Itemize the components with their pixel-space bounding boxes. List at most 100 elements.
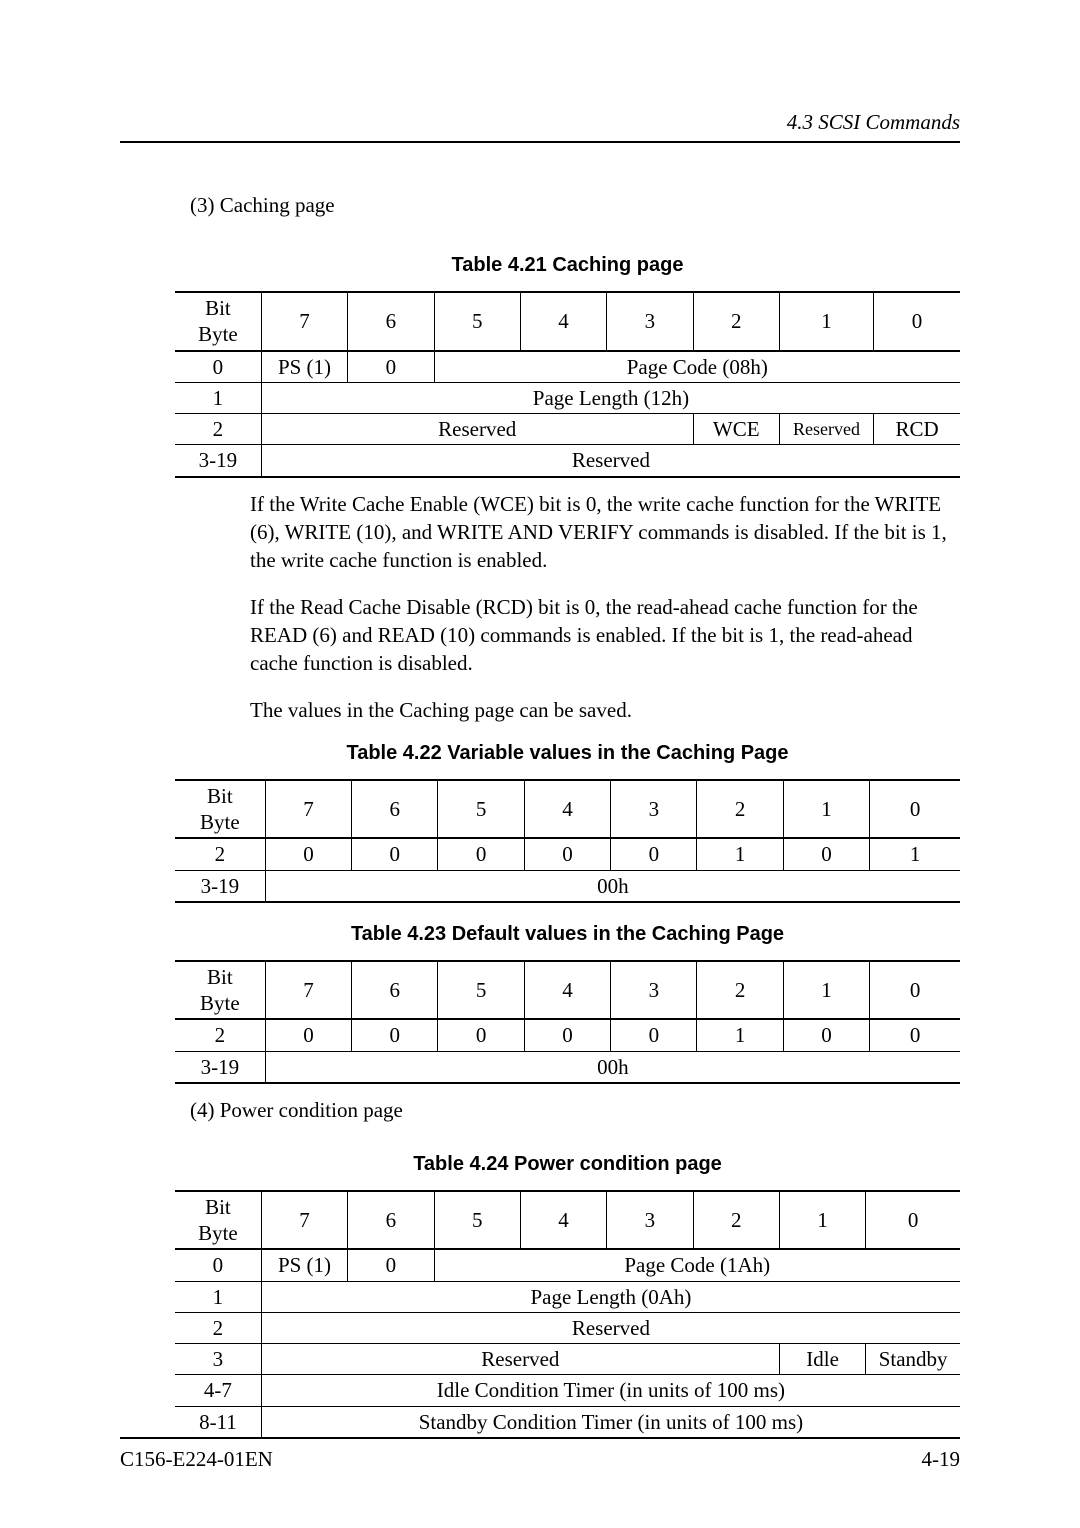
section-4-label: (4) Power condition page [190, 1098, 960, 1123]
section-3-label: (3) Caching page [190, 193, 960, 218]
standby-cell: Standby [866, 1344, 960, 1375]
footer-rule [120, 1437, 960, 1439]
page-code-cell: Page Code (1Ah) [434, 1249, 960, 1281]
bit-6: 6 [348, 292, 434, 351]
bit-1: 1 [779, 292, 873, 351]
reserved-cell-3: Reserved [261, 445, 960, 477]
paragraph-rcd: If the Read Cache Disable (RCD) bit is 0… [250, 593, 960, 678]
bit-1: 1 [783, 961, 869, 1020]
zero-cell: 0 [348, 1249, 434, 1281]
bit-3: 3 [611, 961, 697, 1020]
reserved-cell-2: Reserved [779, 414, 873, 445]
byte-1: 1 [175, 382, 261, 413]
corner-cell: Bit Byte [175, 292, 261, 351]
bit-7: 7 [261, 292, 347, 351]
byte-0: 0 [175, 351, 261, 383]
table-423: Bit Byte 7 6 5 4 3 2 1 0 2 0 0 0 0 0 1 0… [175, 960, 960, 1084]
idle-cell: Idle [779, 1344, 865, 1375]
table-422: Bit Byte 7 6 5 4 3 2 1 0 2 0 0 0 0 0 1 0… [175, 779, 960, 903]
v4: 0 [524, 838, 610, 870]
byte-8-11: 8-11 [175, 1406, 261, 1438]
table-422-caption: Table 4.22 Variable values in the Cachin… [175, 742, 960, 765]
byte-0: 0 [175, 1249, 261, 1281]
header-rule [120, 141, 960, 143]
page-code-cell: Page Code (08h) [434, 351, 960, 383]
bit-5: 5 [438, 961, 524, 1020]
table-421: Bit Byte 7 6 5 4 3 2 1 0 0 PS (1) 0 Page… [175, 291, 960, 478]
ps-cell: PS (1) [261, 351, 347, 383]
byte-2: 2 [175, 1312, 261, 1343]
byte-2: 2 [175, 1019, 265, 1051]
bit-4: 4 [520, 292, 606, 351]
v7: 0 [265, 1019, 351, 1051]
v6: 0 [352, 838, 438, 870]
reserved-cell: Reserved [261, 1344, 779, 1375]
v6: 0 [352, 1019, 438, 1051]
byte-4-7: 4-7 [175, 1375, 261, 1406]
byte-2: 2 [175, 838, 265, 870]
table-424-caption: Table 4.24 Power condition page [175, 1153, 960, 1176]
v3: 0 [611, 838, 697, 870]
bit-4: 4 [524, 961, 610, 1020]
v2: 1 [697, 1019, 783, 1051]
bit-3: 3 [607, 1191, 693, 1250]
ps-cell: PS (1) [261, 1249, 347, 1281]
bit-6: 6 [352, 961, 438, 1020]
v5: 0 [438, 1019, 524, 1051]
zero-cell: 0 [348, 351, 434, 383]
byte-3: 3 [175, 1344, 261, 1375]
v3: 0 [611, 1019, 697, 1051]
reserved-cell: Reserved [261, 414, 693, 445]
v0: 1 [870, 838, 960, 870]
running-header: 4.3 SCSI Commands [120, 110, 960, 135]
byte-3-19: 3-19 [175, 445, 261, 477]
table-421-caption: Table 4.21 Caching page [175, 254, 960, 277]
bit-3: 3 [611, 780, 697, 839]
idle-timer-cell: Idle Condition Timer (in units of 100 ms… [261, 1375, 960, 1406]
bit-5: 5 [434, 1191, 520, 1250]
v1: 0 [783, 838, 869, 870]
page-number: 4-19 [922, 1447, 961, 1472]
bit-5: 5 [434, 292, 520, 351]
bit-6: 6 [348, 1191, 434, 1250]
bit-2: 2 [693, 292, 779, 351]
wce-cell: WCE [693, 414, 779, 445]
bit-4: 4 [520, 1191, 606, 1250]
doc-number: C156-E224-01EN [120, 1447, 273, 1472]
v0: 0 [870, 1019, 960, 1051]
page-length-cell: Page Length (0Ah) [261, 1281, 960, 1312]
bit-7: 7 [265, 961, 351, 1020]
bit-1: 1 [779, 1191, 865, 1250]
corner-cell: Bit Byte [175, 780, 265, 839]
paragraph-save: The values in the Caching page can be sa… [250, 696, 960, 724]
bit-7: 7 [265, 780, 351, 839]
byte-3-19: 3-19 [175, 870, 265, 902]
bit-0: 0 [874, 292, 960, 351]
v5: 0 [438, 838, 524, 870]
reserved-cell: Reserved [261, 1312, 960, 1343]
v2: 1 [697, 838, 783, 870]
bit-2: 2 [697, 780, 783, 839]
page-length-cell: Page Length (12h) [261, 382, 960, 413]
value-cell: 00h [265, 1051, 960, 1083]
bit-7: 7 [261, 1191, 347, 1250]
standby-timer-cell: Standby Condition Timer (in units of 100… [261, 1406, 960, 1438]
bit-2: 2 [697, 961, 783, 1020]
byte-2: 2 [175, 414, 261, 445]
rcd-cell: RCD [874, 414, 960, 445]
bit-2: 2 [693, 1191, 779, 1250]
table-424: Bit Byte 7 6 5 4 3 2 1 0 0 PS (1) 0 Page… [175, 1190, 960, 1439]
bit-1: 1 [783, 780, 869, 839]
table-423-caption: Table 4.23 Default values in the Caching… [175, 923, 960, 946]
bit-3: 3 [607, 292, 693, 351]
bit-5: 5 [438, 780, 524, 839]
v1: 0 [783, 1019, 869, 1051]
bit-0: 0 [870, 780, 960, 839]
bit-4: 4 [524, 780, 610, 839]
corner-cell: Bit Byte [175, 961, 265, 1020]
byte-3-19: 3-19 [175, 1051, 265, 1083]
bit-6: 6 [352, 780, 438, 839]
bit-0: 0 [870, 961, 960, 1020]
byte-1: 1 [175, 1281, 261, 1312]
value-cell: 00h [265, 870, 960, 902]
